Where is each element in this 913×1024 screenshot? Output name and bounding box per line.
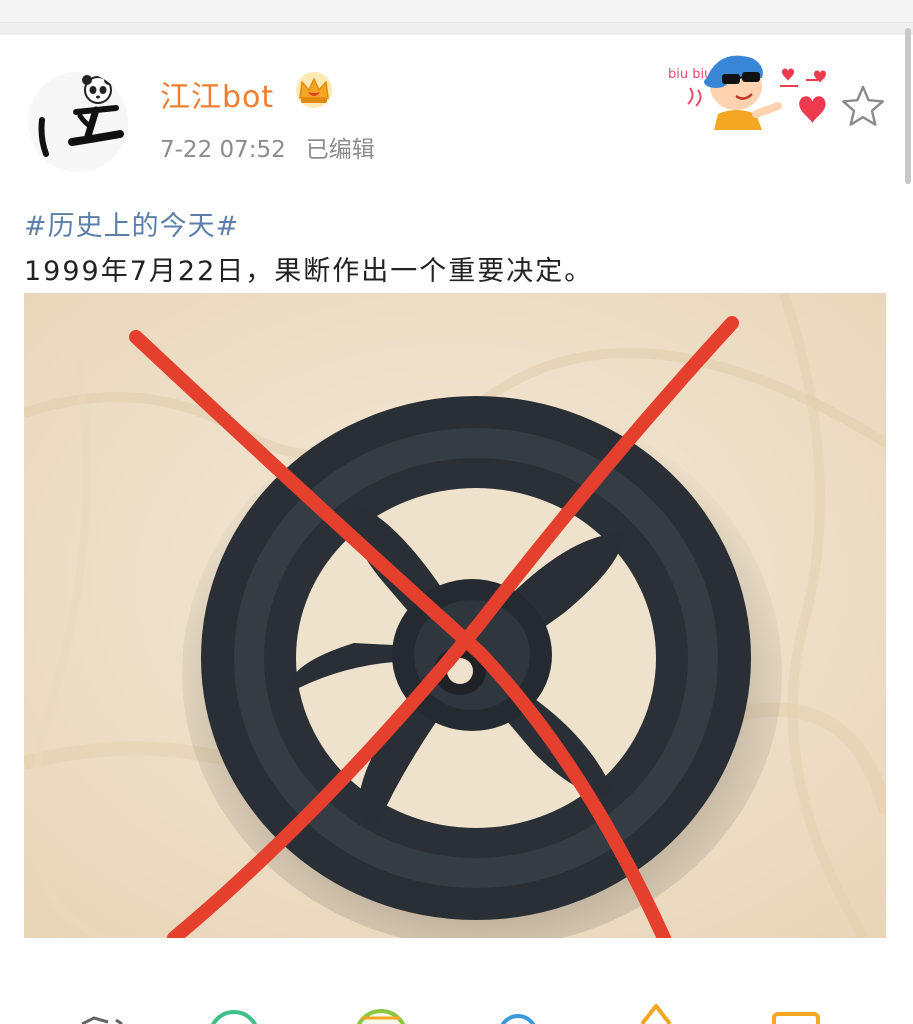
ball-icon[interactable] <box>352 1000 410 1024</box>
top-bar <box>0 0 913 23</box>
avatar[interactable] <box>28 72 128 172</box>
post-meta: 7-22 07:52 已编辑 <box>160 130 375 164</box>
tree-icon[interactable] <box>632 1000 680 1024</box>
post-text: 1999年7月22日，果断作出一个重要决定。 <box>24 256 594 287</box>
username[interactable]: 江江bot <box>160 72 274 116</box>
post-time: 7-22 07:52 <box>160 137 286 163</box>
action-bar <box>0 1000 913 1024</box>
comment-icon[interactable] <box>770 1000 822 1024</box>
share-icon[interactable] <box>72 1000 132 1024</box>
scrollbar[interactable] <box>905 28 911 184</box>
smile-icon[interactable] <box>206 1000 262 1024</box>
biu-biu-sticker-icon[interactable]: biu biu <box>666 44 836 130</box>
crossed-wheel-image <box>24 293 886 938</box>
bulb-icon[interactable] <box>494 1000 542 1024</box>
hashtag-link[interactable]: #历史上的今天# <box>24 204 239 243</box>
edited-label[interactable]: 已编辑 <box>306 137 375 163</box>
post-image[interactable] <box>24 293 886 938</box>
star-outline-icon[interactable] <box>840 84 886 128</box>
crown-vip-icon[interactable] <box>294 70 334 110</box>
panda-avatar-icon <box>28 72 128 172</box>
feed-separator <box>0 23 913 35</box>
